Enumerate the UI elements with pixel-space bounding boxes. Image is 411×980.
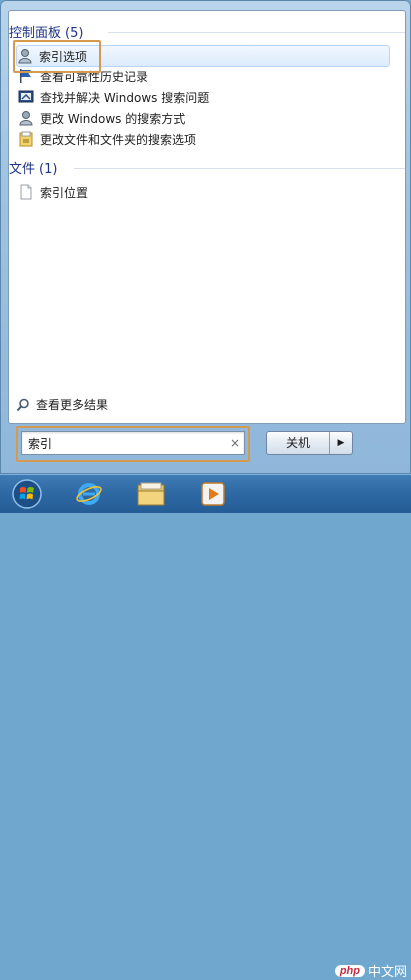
media-player-icon[interactable] [194, 478, 232, 510]
result-item-change-search-way[interactable]: 更改 Windows 的搜索方式 [18, 108, 388, 128]
troubleshoot-icon [18, 89, 34, 105]
result-item-folder-search-options[interactable]: 更改文件和文件夹的搜索选项 [18, 129, 388, 149]
document-icon [18, 184, 34, 200]
group-divider [108, 32, 405, 33]
file-explorer-icon[interactable] [132, 478, 170, 510]
shutdown-options-arrow-icon[interactable]: ▶ [330, 432, 352, 454]
group-divider [74, 168, 405, 169]
shutdown-button[interactable]: 关机 [267, 432, 330, 454]
search-settings-icon [18, 110, 34, 126]
folder-options-icon [18, 131, 34, 147]
result-item-index-location[interactable]: 索引位置 [18, 182, 388, 202]
shutdown-button-group: 关机 ▶ [266, 431, 353, 455]
result-item-troubleshoot-search[interactable]: 查找并解决 Windows 搜索问题 [18, 87, 388, 107]
watermark: php 中文网 [334, 961, 407, 980]
internet-explorer-icon[interactable] [70, 478, 108, 510]
search-icon [16, 398, 30, 412]
highlight-box-search [16, 426, 250, 462]
highlight-box-result [13, 40, 101, 73]
start-orb-icon[interactable] [8, 478, 46, 510]
taskbar: php 中文网 [0, 474, 411, 979]
group-title-control-panel[interactable]: 控制面板 (5) [9, 22, 83, 41]
group-title-files[interactable]: 文件 (1) [9, 158, 57, 177]
start-menu: 控制面板 (5) 索引选项 查看可靠性历史记录 查找并解决 Windows 搜索问… [0, 0, 411, 474]
see-more-results-link[interactable]: 查看更多结果 [16, 396, 108, 413]
